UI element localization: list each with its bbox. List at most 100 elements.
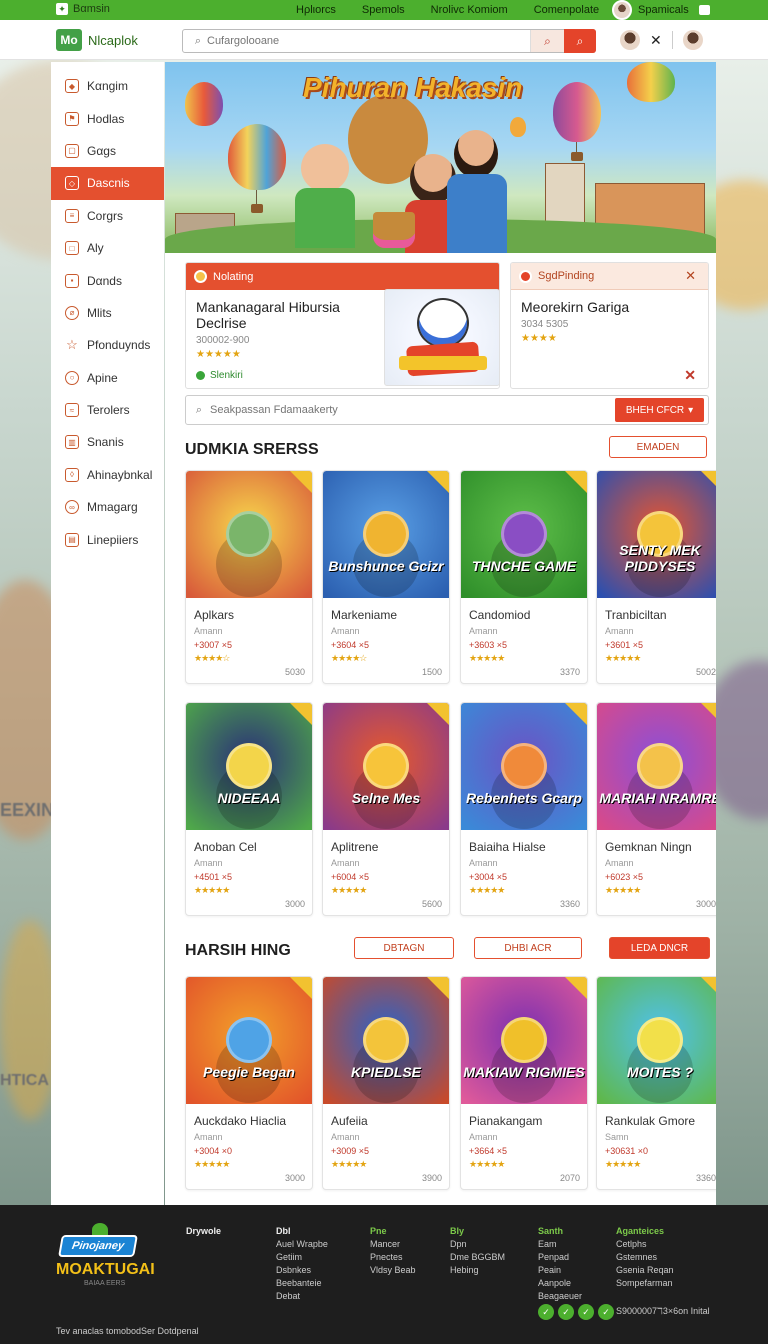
top-nav-item[interactable]: Comenpolate [534,4,599,16]
search-input[interactable] [207,35,530,47]
footer-link[interactable]: Getiim [276,1251,328,1264]
search-filter-button[interactable]: ⌕ [530,30,564,52]
game-card[interactable]: Bunshunce Gcizr Markeniame Amann +3604 ×5 ★★… [322,470,450,684]
featured-card[interactable]: SgdPinding ✕ Meorekirn Gariga 3034 5305 ★… [510,262,709,389]
footer-link[interactable]: Beagaeuer [538,1290,582,1303]
sidebar-item[interactable]: ○ Apine [51,362,164,394]
sidebar-item[interactable]: ▤ Linepiiers [51,523,164,555]
game-card[interactable]: MOITES ? Rankulak Gmore Samn +30631 ×0 ★★★★★… [596,976,716,1190]
footer-column-heading: Drywole [186,1226,222,1236]
sidebar-item-active[interactable]: ◇ Dascnis [51,167,164,200]
footer-link[interactable]: Mancer [370,1238,416,1251]
social-icon[interactable]: ✓ [538,1304,554,1320]
sidebar-item[interactable]: ∞ Mmagarg [51,491,164,523]
filter-dropdown-button[interactable]: BHEH CFCR ▾ [615,398,704,422]
star-rating: ★★★★★ [469,653,505,663]
sidebar-item[interactable]: ≡ Corgrs [51,200,164,232]
footer-logo[interactable]: Pinojaney [56,1223,138,1265]
sidebar-item[interactable]: ▥ Snanis [51,426,164,458]
footer-link[interactable]: Sompefarman [616,1277,674,1290]
social-icon[interactable]: ✓ [558,1304,574,1320]
footer-link[interactable]: Beebanteie [276,1277,328,1290]
footer-link[interactable]: Debat [276,1290,328,1303]
social-icon[interactable]: ✓ [598,1304,614,1320]
game-publisher: Amann [469,858,498,868]
sidebar-item[interactable]: ▪ Dαnds [51,264,164,296]
close-icon[interactable]: ✕ [685,268,696,284]
game-card[interactable]: Aplkars Amann +3007 ×5 ★★★★☆ 5030 [185,470,313,684]
review-count: 3900 [421,1173,442,1183]
game-title: Rankulak Gmore [605,1114,696,1128]
sidebar-item[interactable]: ☆ Pfonduynds [51,329,164,361]
game-publisher: Amann [331,1132,360,1142]
filter-button[interactable]: DHBI ACR [474,937,582,959]
game-card[interactable]: THNCHE GAME Candomiod Amann +3603 ×5 ★★★★★ 33… [460,470,588,684]
sidebar-item[interactable]: ⌀ Mlits [51,297,164,329]
corner-ribbon [290,471,312,493]
game-card[interactable]: MAKIAW RIGMIES Pianakangam Amann +3664 ×5 ★★… [460,976,588,1190]
sidebar-item-label: Apine [87,370,118,385]
sidebar-item[interactable]: ◊ Ahinaybnkal [51,459,164,491]
sidebar-item[interactable]: ≈ Terolers [51,394,164,426]
top-nav-item[interactable]: Spemols [362,4,405,16]
footer-column: Dbl Auel Wrapbe Getiim Dsbnkes Beebanteie Deb… [276,1225,328,1303]
ticket-icon: ≈ [65,403,79,418]
sidebar-item[interactable]: ◆ Kαngim [51,70,164,102]
game-card[interactable]: KPIEDLSE Aufeiia Amann +3009 ×5 ★★★★★ 3900 [322,976,450,1190]
badge-icon [519,269,532,283]
game-card[interactable]: Selne Mes Aplitrene Amann +6004 ×5 ★★★★★ 5600 [322,702,450,916]
sidebar-item-label: Mmagarg [87,500,138,515]
footer-link[interactable]: Eam [538,1238,582,1251]
game-card[interactable]: Rebenhets Gcarp Baiaiha Hialse Amann +3004 … [460,702,588,916]
game-card[interactable]: Peegie Began Auckdako Hiaclia Amann +3004 ×… [185,976,313,1190]
section-title: UDMKIA SRERSS [185,441,319,458]
profile-avatar-icon[interactable] [682,30,703,50]
account-menu[interactable]: Spamicals [612,0,710,20]
game-card[interactable]: MARIAH NRAMRE Gemknan Ningn Amann +6023 ×5 ★… [596,702,716,916]
site-logo[interactable]: Mo Nlcaplok [56,29,138,51]
review-count: 5600 [421,899,442,909]
footer-link[interactable]: Cetlphs [616,1238,674,1251]
top-nav-item[interactable]: Nrolivc Komiom [431,4,508,16]
featured-image[interactable] [384,289,500,386]
balloon-icon [510,117,526,137]
footer-link[interactable]: Vldsy Beab [370,1264,416,1277]
check-icon [196,371,205,380]
social-icon[interactable]: ✓ [578,1304,594,1320]
footer-link[interactable]: Dpn [450,1238,505,1251]
footer-link[interactable]: Dme BGGBM [450,1251,505,1264]
square-icon: ▪ [65,273,79,288]
search-button[interactable]: ⌕ [564,29,596,53]
sidebar-item-label: Ahinaybnkal [87,467,153,482]
user-avatar-icon[interactable] [620,30,640,50]
footer-link[interactable]: Gstemnes [616,1251,674,1264]
top-nav-item[interactable]: Hρlιorcs [296,4,336,16]
game-character [363,511,409,557]
hero-banner[interactable]: Pihuran Hakasin [165,62,716,253]
footer-link[interactable]: Pnectes [370,1251,416,1264]
corner-ribbon [565,977,587,999]
top-brand[interactable]: ✦ Bαmsin [56,3,110,15]
close-icon[interactable]: ✕ [650,32,662,49]
footer-link[interactable]: Hebing [450,1264,505,1277]
sidebar-item[interactable]: ⚑ Hodlas [51,102,164,134]
footer-link[interactable]: Penpad [538,1251,582,1264]
footer-brand: MOAKTUGAI [56,1261,155,1278]
tag-icon: ◇ [65,176,79,191]
game-card[interactable]: NIDEEAA Anoban Cel Amann +4501 ×5 ★★★★★ 3000 [185,702,313,916]
section-title: HARSIH HING [185,942,291,959]
filter-button-active[interactable]: LEDA DNCR [609,937,710,959]
footer-link[interactable]: Aanpole [538,1277,582,1290]
sidebar-item[interactable]: ▢ Gαgs [51,135,164,167]
sidebar-item[interactable]: □ Aly [51,232,164,264]
footer-link[interactable]: Peain [538,1264,582,1277]
section-action-button[interactable]: EMADEN [609,436,707,458]
game-thumbnail: Bunshunce Gcizr [323,471,449,598]
star-rating: ★★★★★ [194,1159,230,1169]
close-icon[interactable]: ✕ [684,367,696,384]
game-card[interactable]: SENTY MEK PIDDYSES Tranbiciltan Amann +3601… [596,470,716,684]
filter-button[interactable]: DBTAGN [354,937,454,959]
footer-link[interactable]: Gsenia Reqan [616,1264,674,1277]
footer-link[interactable]: Auel Wrapbe [276,1238,328,1251]
footer-link[interactable]: Dsbnkes [276,1264,328,1277]
